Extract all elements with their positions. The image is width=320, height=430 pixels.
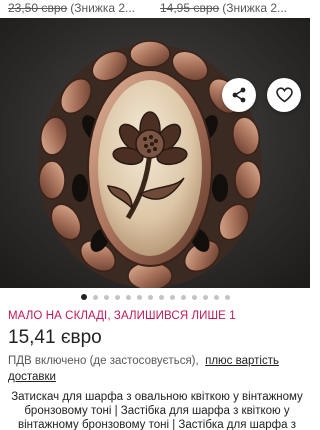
stock-notice: МАЛО НА СКЛАДІ, ЗАЛИШИВСЯ ЛИШЕ 1: [8, 310, 236, 322]
gallery-dot[interactable]: [224, 294, 230, 300]
gallery-dot[interactable]: [136, 294, 142, 300]
related-listings-strip: 23,50 євро (Знижка 2... 14,95 євро (Знижка…: [0, 0, 310, 18]
related-listing-price-1[interactable]: 23,50 євро (Знижка 2...: [8, 0, 135, 16]
product-image[interactable]: [0, 18, 310, 288]
gallery-dot[interactable]: [103, 294, 109, 300]
old-price: 14,95 євро: [160, 1, 220, 15]
gallery-dot[interactable]: [213, 294, 219, 300]
heart-icon: [275, 87, 293, 103]
gallery-dot[interactable]: [169, 294, 175, 300]
share-button[interactable]: [222, 78, 256, 112]
gallery-dot[interactable]: [125, 294, 131, 300]
gallery-dot[interactable]: [180, 294, 186, 300]
gallery-dot[interactable]: [92, 294, 98, 300]
discount-label: (Знижка 2...: [222, 1, 288, 15]
old-price: 23,50 євро: [8, 1, 68, 15]
gallery-dot[interactable]: [80, 294, 87, 300]
gallery-dot[interactable]: [114, 294, 120, 300]
price: 15,41 євро: [8, 327, 102, 348]
brooch-photo: [0, 18, 310, 288]
vat-text: ПДВ включено (де застосовується),: [8, 355, 199, 367]
favorite-button[interactable]: [267, 78, 301, 112]
gallery-dot[interactable]: [147, 294, 153, 300]
product-description: Затискач для шарфа з овальною квіткою у …: [11, 391, 303, 430]
gallery-pagination: [0, 292, 310, 302]
gallery-dot[interactable]: [158, 294, 164, 300]
share-icon: [231, 87, 247, 103]
related-listing-price-2[interactable]: 14,95 євро (Знижка 2...: [160, 0, 287, 16]
shipping-cost-link[interactable]: плюс вартість: [205, 355, 279, 367]
gallery-dot[interactable]: [191, 294, 197, 300]
vat-note: ПДВ включено (де застосовується), плюс в…: [8, 353, 308, 385]
gallery-dot[interactable]: [202, 294, 208, 300]
discount-label: (Знижка 2...: [70, 1, 136, 15]
shipping-cost-link-cont[interactable]: доставки: [8, 371, 56, 383]
